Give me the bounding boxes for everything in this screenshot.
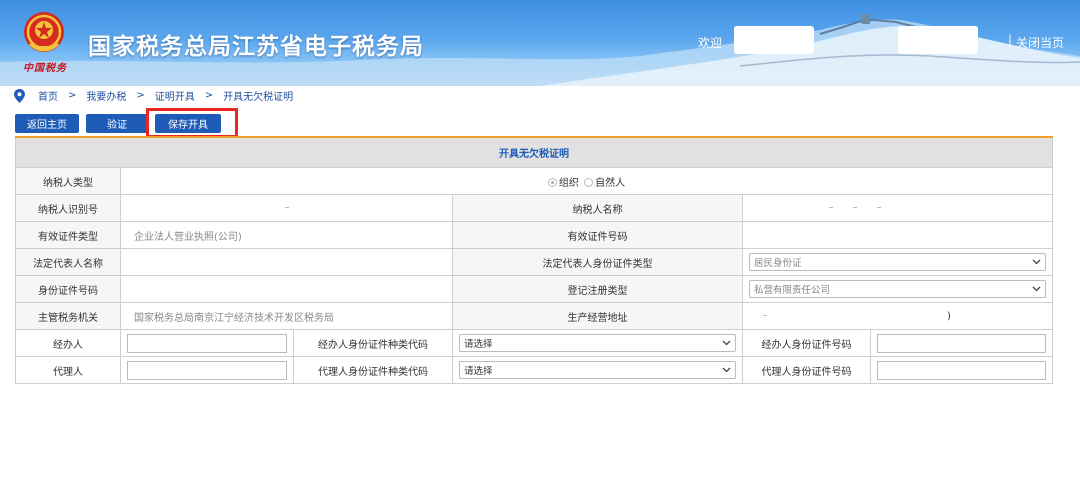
username-redaction [734,26,814,54]
id-no-label: 身份证件号码 [15,275,121,303]
breadcrumb: 首页 > 我要办税 > 证明开具 > 开具无欠税证明 [14,86,714,105]
tax-authority-label: 主管税务机关 [15,302,121,330]
header-separator: | [1008,33,1013,47]
reg-type-select[interactable]: 私营有限责任公司 [749,280,1047,298]
agent-label: 代理人 [15,356,121,384]
breadcrumb-separator: > [204,90,214,101]
taxpayer-id-label: 纳税人识别号 [15,194,121,222]
cert-no-label: 有效证件号码 [452,221,743,249]
business-address-tail: ) [947,310,951,322]
handler-id-type-value: 请选择 [464,339,493,350]
handler-input[interactable] [127,333,287,353]
brand-signature: 中国税务 [23,63,67,74]
handler-id-no-label: 经办人身份证件号码 [742,329,871,357]
agent-id-type-select[interactable]: 请选择 [459,361,736,379]
legal-rep-id-type-label: 法定代表人身份证件类型 [452,248,743,276]
breadcrumb-separator: > [68,90,77,101]
business-address-value: ) [741,302,1054,330]
form-title: 开具无欠税证明 [14,136,1054,168]
breadcrumb-certificates[interactable]: 证明开具 [155,88,195,103]
cert-no-value [741,221,1054,249]
certificate-form: 开具无欠税证明 纳税人类型 组织 自然人 纳税人识别号 纳税人名称 有效证件类型… [14,136,1054,384]
tax-authority-value: 国家税务总局南京江宁经济技术开发区税务局 [120,302,453,330]
cert-type-label: 有效证件类型 [15,221,121,249]
breadcrumb-tax-services[interactable]: 我要办税 [86,88,126,103]
verify-button[interactable]: 验证 [86,114,148,133]
site-header: 中国税务 国家税务总局江苏省电子税务局 欢迎 | 关闭当页 [0,0,1080,86]
agent-id-type-value: 请选择 [464,366,493,377]
cert-type-value: 企业法人营业执照(公司) [120,221,453,249]
legal-rep-label: 法定代表人名称 [15,248,121,276]
radio-organization[interactable] [547,178,557,187]
taxpayer-name-label: 纳税人名称 [452,194,743,222]
taxpayer-type-label: 纳税人类型 [15,167,121,195]
back-home-button[interactable]: 返回主页 [15,114,79,133]
agent-id-type-label: 代理人身份证件种类代码 [293,356,453,384]
highlight-box [146,108,238,138]
chevron-down-icon [722,367,731,373]
chevron-down-icon [1032,259,1041,265]
legal-rep-id-type-value: 居民身份证 [754,258,802,269]
site-title: 国家税务总局江苏省电子税务局 [88,34,424,60]
agent-id-no-label: 代理人身份证件号码 [742,356,871,384]
chevron-down-icon [1032,286,1041,292]
tax-emblem-icon [24,12,64,52]
welcome-text: 欢迎 [698,36,723,50]
breadcrumb-separator: > [136,90,145,101]
agent-input[interactable] [127,360,287,380]
radio-organization-label: 组织 [558,177,579,189]
legal-rep-id-type-select[interactable]: 居民身份证 [749,253,1047,271]
reg-type-label: 登记注册类型 [452,275,743,303]
reg-type-value: 私营有限责任公司 [754,285,831,296]
agent-id-no-input[interactable] [877,360,1047,380]
id-no-value [120,275,453,303]
username-redaction [898,26,978,54]
chevron-down-icon [722,340,731,346]
handler-id-type-select[interactable]: 请选择 [459,334,736,352]
taxpayer-type-group: 组织 自然人 [119,167,1054,195]
radio-individual[interactable] [584,178,594,187]
breadcrumb-home[interactable]: 首页 [38,88,58,103]
radio-individual-label: 自然人 [595,177,626,189]
location-pin-icon [14,88,25,103]
taxpayer-id-value [120,194,453,222]
handler-id-type-label: 经办人身份证件种类代码 [293,329,453,357]
handler-label: 经办人 [15,329,121,357]
business-address-label: 生产经营地址 [452,302,743,330]
taxpayer-name-value [741,194,1054,222]
close-page-link[interactable]: 关闭当页 [1016,34,1064,51]
breadcrumb-current[interactable]: 开具无欠税证明 [223,88,293,103]
handler-id-no-input[interactable] [877,333,1047,353]
legal-rep-value [120,248,453,276]
